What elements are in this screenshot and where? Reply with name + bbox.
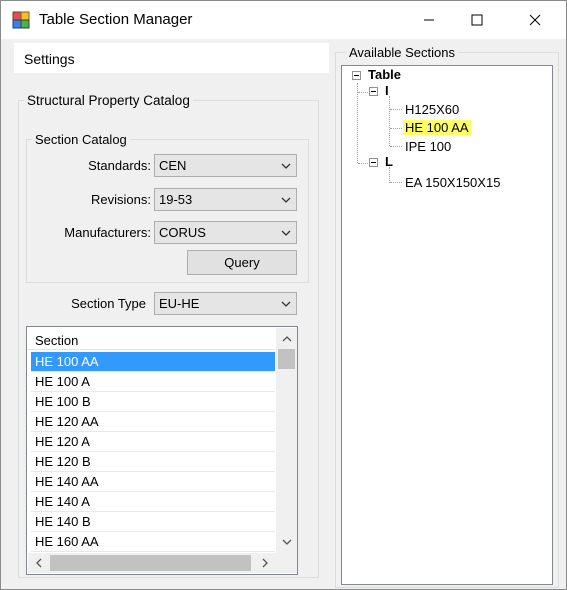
chevron-down-icon[interactable]	[282, 537, 292, 547]
horizontal-scrollbar[interactable]	[28, 553, 276, 573]
tree-node-item[interactable]: IPE 100	[405, 139, 451, 154]
revisions-label: Revisions:	[91, 192, 151, 207]
list-item[interactable]: HE 160 AA	[31, 532, 275, 552]
section-list[interactable]: Section HE 100 AA HE 100 A HE 100 B HE 120 …	[26, 326, 298, 575]
close-button[interactable]	[512, 1, 558, 39]
tree-connector	[390, 146, 402, 147]
list-item[interactable]: HE 120 AA	[31, 412, 275, 432]
tree-connector	[358, 163, 368, 164]
collapse-icon[interactable]	[369, 158, 378, 167]
tree-connector	[358, 92, 368, 93]
chevron-down-icon	[281, 197, 291, 203]
chevron-down-icon	[281, 230, 291, 236]
chevron-left-icon[interactable]	[34, 558, 44, 568]
tree-connector	[389, 96, 390, 146]
standards-dropdown[interactable]: CEN	[154, 154, 297, 177]
collapse-icon[interactable]	[352, 71, 361, 80]
app-window: Table Section Manager Settings Structura…	[0, 0, 567, 590]
tree-node-group-l[interactable]: L	[385, 154, 393, 169]
list-item[interactable]: HE 100 A	[31, 372, 275, 392]
available-sections-tree[interactable]: Table I H125X60 HE 100 AA IPE 100 L EA 1…	[341, 65, 553, 585]
horizontal-scroll-thumb[interactable]	[50, 555, 251, 571]
tree-node-item[interactable]: H125X60	[405, 102, 459, 117]
tree-connector	[389, 167, 390, 183]
settings-tab[interactable]: Settings	[14, 43, 329, 73]
list-item[interactable]: HE 120 B	[31, 452, 275, 472]
section-catalog-title: Section Catalog	[32, 132, 130, 147]
chevron-up-icon[interactable]	[282, 334, 292, 344]
manufacturers-value: CORUS	[159, 225, 206, 240]
app-icon	[12, 11, 30, 29]
tree-connector	[390, 128, 402, 129]
maximize-button[interactable]	[454, 1, 500, 39]
section-header-label: Section	[35, 333, 79, 348]
chevron-right-icon[interactable]	[260, 558, 270, 568]
section-type-value: EU-HE	[159, 296, 200, 311]
list-item[interactable]: HE 140 AA	[31, 472, 275, 492]
scrollbar-corner	[276, 553, 297, 573]
tree-node-item-highlighted[interactable]: HE 100 AA	[403, 120, 471, 135]
minimize-button[interactable]	[406, 1, 452, 39]
query-button[interactable]: Query	[187, 250, 297, 275]
tree-node-root[interactable]: Table	[368, 67, 401, 82]
standards-label: Standards:	[88, 158, 151, 173]
close-icon	[529, 14, 541, 26]
section-column-header[interactable]: Section	[28, 328, 275, 350]
structural-catalog-title: Structural Property Catalog	[24, 93, 193, 108]
list-item-selected[interactable]: HE 100 AA	[31, 352, 275, 372]
minimize-icon	[424, 19, 434, 21]
tree-node-group-i[interactable]: I	[385, 83, 389, 98]
chevron-down-icon	[281, 301, 291, 307]
window-title: Table Section Manager	[39, 11, 193, 28]
list-item[interactable]: HE 140 A	[31, 492, 275, 512]
section-rows: HE 100 AA HE 100 A HE 100 B HE 120 AA HE 120…	[31, 352, 275, 552]
list-item[interactable]: HE 100 B	[31, 392, 275, 412]
manufacturers-dropdown[interactable]: CORUS	[154, 221, 297, 244]
tree-connector	[390, 182, 402, 183]
manufacturers-label: Manufacturers:	[64, 225, 151, 240]
standards-value: CEN	[159, 158, 187, 173]
tree-node-item[interactable]: EA 150X150X15	[405, 175, 500, 190]
collapse-icon[interactable]	[369, 87, 378, 96]
revisions-dropdown[interactable]: 19-53	[154, 188, 297, 211]
section-type-dropdown[interactable]: EU-HE	[154, 292, 297, 315]
title-bar: Table Section Manager	[1, 1, 566, 39]
vertical-scrollbar[interactable]	[276, 328, 297, 553]
chevron-down-icon	[281, 163, 291, 169]
available-sections-title: Available Sections	[346, 45, 458, 60]
tree-connector	[357, 83, 358, 163]
list-item[interactable]: HE 120 A	[31, 432, 275, 452]
list-item[interactable]: HE 140 B	[31, 512, 275, 532]
settings-tab-label: Settings	[24, 51, 75, 67]
vertical-scroll-thumb[interactable]	[278, 349, 295, 369]
tree-connector	[390, 109, 402, 110]
section-type-label: Section Type	[71, 296, 146, 311]
maximize-icon	[471, 14, 483, 26]
revisions-value: 19-53	[159, 192, 193, 207]
